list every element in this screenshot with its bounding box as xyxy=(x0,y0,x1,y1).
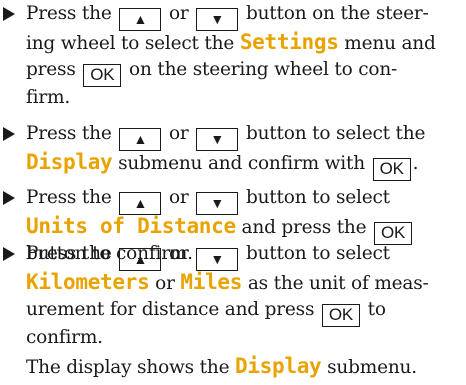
ok-key-icon: OK xyxy=(321,304,360,327)
bullet-arrow-icon xyxy=(3,247,15,261)
step-2-line-1: Press the ▲ or ▼ button to select the xyxy=(26,120,426,151)
step-4-line-1: Press the ▲ or ▼ button to select xyxy=(26,240,390,271)
text: button to select xyxy=(245,243,390,264)
text: button to select the xyxy=(245,123,426,144)
text: submenu. xyxy=(327,357,417,378)
step-1-line-1: Press the ▲ or ▼ button on the steer- xyxy=(26,0,429,31)
text: button to select xyxy=(245,187,390,208)
step-2-line-2: Display submenu and confirm with OK. xyxy=(26,148,419,181)
text: or xyxy=(168,3,189,24)
bullet-arrow-icon xyxy=(3,191,15,205)
text: . xyxy=(412,153,419,174)
text: ing wheel to select the xyxy=(26,33,235,54)
step-4-line-5: The display shows the Display submenu. xyxy=(26,352,417,380)
step-1-line-3: press OK on the steering wheel to con- xyxy=(26,56,398,87)
ok-key-icon: OK xyxy=(83,64,122,87)
ok-key-icon: OK xyxy=(372,158,411,181)
text: confirm. xyxy=(26,327,103,348)
units-of-distance-term: Units of Distance xyxy=(26,214,236,238)
text: on the steering wheel to con- xyxy=(129,59,398,80)
text: or xyxy=(168,187,189,208)
text: press xyxy=(26,59,76,80)
text: button on the steer- xyxy=(245,3,429,24)
text: menu and xyxy=(344,33,436,54)
text: or xyxy=(155,273,175,294)
text: Press the xyxy=(26,123,112,144)
text: Press the xyxy=(26,243,112,264)
settings-menu-term: Settings xyxy=(239,30,339,54)
text: firm. xyxy=(26,87,71,108)
display-submenu-term: Display xyxy=(235,354,322,378)
display-submenu-term: Display xyxy=(26,150,113,174)
step-1-line-4: firm. xyxy=(26,84,70,112)
kilometers-term: Kilometers xyxy=(26,270,150,294)
text: or xyxy=(168,123,189,144)
text: Press the xyxy=(26,3,112,24)
text: The display shows the xyxy=(26,357,230,378)
bullet-arrow-icon xyxy=(3,7,15,21)
text: Press the xyxy=(26,187,112,208)
step-4-line-3: urement for distance and press OK to xyxy=(26,296,386,327)
text: urement for distance and press xyxy=(26,299,315,320)
step-4-line-2: Kilometers or Miles as the unit of meas- xyxy=(26,268,429,296)
step-3-line-2: Units of Distance and press the OK xyxy=(26,212,414,245)
bullet-arrow-icon xyxy=(3,127,15,141)
text: and press the xyxy=(241,217,367,238)
text: or xyxy=(168,243,189,264)
step-4-line-4: confirm. xyxy=(26,324,103,352)
text: submenu and confirm with xyxy=(118,153,365,174)
step-3-line-1: Press the ▲ or ▼ button to select xyxy=(26,184,390,215)
miles-term: Miles xyxy=(180,270,243,294)
text: to xyxy=(367,299,386,320)
step-1-line-2: ing wheel to select the Settings menu an… xyxy=(26,28,436,56)
text: as the unit of meas- xyxy=(247,273,429,294)
instruction-page: Press the ▲ or ▼ button on the steer- in… xyxy=(0,0,466,385)
